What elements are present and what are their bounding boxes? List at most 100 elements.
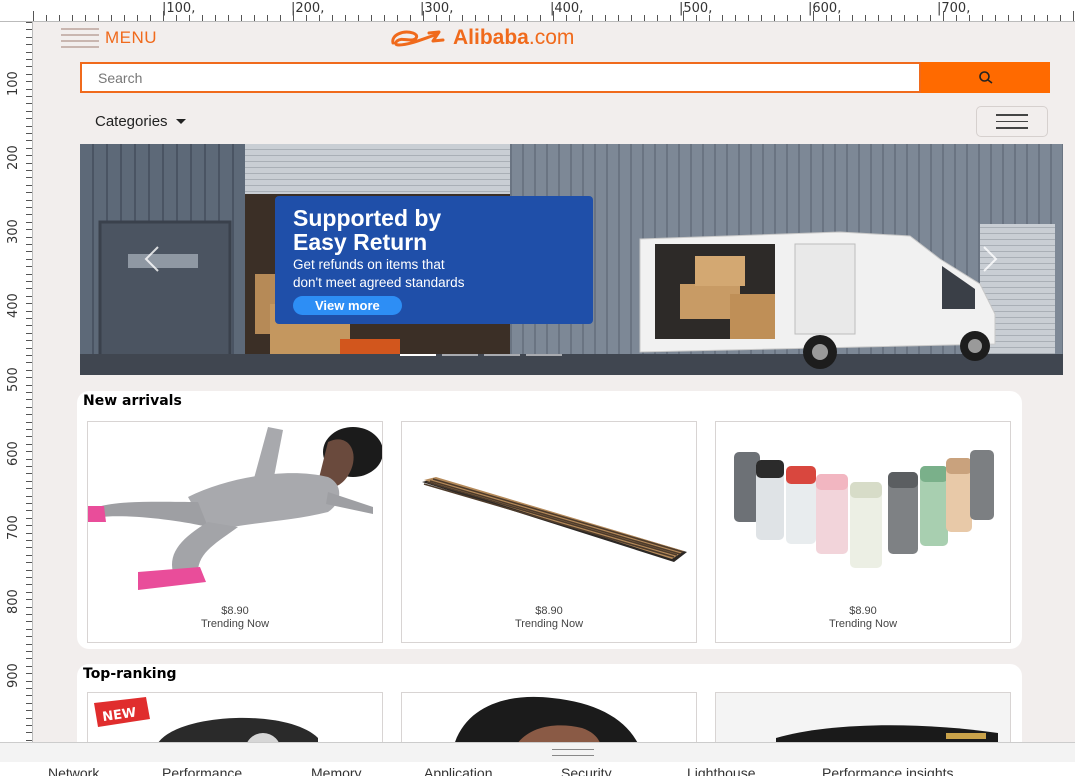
ruler-tick [26,140,32,142]
ruler-tick [397,15,398,21]
menu-button[interactable]: MENU [61,28,157,48]
product-price: $8.90 [849,605,877,617]
tab-performance-insights[interactable]: Performance insights [822,765,954,776]
ruler-tick [26,473,32,475]
product-card[interactable]: $8.90 Trending Now [87,421,383,643]
ruler-tick [26,643,32,645]
navbar-toggler[interactable] [976,106,1048,137]
carousel-dot[interactable] [442,354,478,356]
ruler-tick [332,15,333,21]
ruler-tick [26,258,32,260]
ruler-tick [26,236,32,238]
caret-down-icon [175,119,186,124]
search-button[interactable] [921,62,1050,93]
ruler-tick [26,103,32,105]
ruler-tick [26,347,32,349]
chevron-left-icon[interactable] [142,244,162,274]
ruler-tick [774,15,775,21]
ruler-tick [709,15,710,21]
promo-subtitle-line1: Get refunds on items that [293,257,445,272]
carousel-dot[interactable] [484,354,520,356]
ruler-tick [26,665,32,667]
drag-handle-icon[interactable] [552,749,594,756]
ruler-tick [904,15,905,21]
ruler-tick [26,325,32,327]
ruler-tick [26,125,32,127]
ruler-tick [358,15,359,21]
tab-performance[interactable]: Performance [162,765,242,776]
product-card[interactable]: $8.90 Trending Now [401,421,697,643]
devtools-resize-bar[interactable] [0,742,1075,762]
chevron-right-icon[interactable] [980,244,1000,274]
ruler-tick [878,15,879,21]
ruler-tick [228,15,229,21]
ruler-tick [26,110,32,112]
tab-network[interactable]: Network [48,765,99,776]
tab-security[interactable]: Security [561,765,612,776]
devtools-tab-strip: Network Performance Memory Application S… [0,762,1075,776]
alibaba-logo[interactable]: Alibaba.com [389,26,574,50]
ruler-tick [26,525,32,527]
ruler-tick [26,184,32,186]
ruler-tick [26,732,32,734]
ruler-tick [787,15,788,21]
ruler-tick [423,11,424,21]
ruler-tick [696,15,697,21]
ruler-tick [26,614,32,615]
tab-memory[interactable]: Memory [311,765,362,776]
ruler-label: |700, [937,1,971,16]
ruler-label: |300, [420,1,454,16]
top-ranking-section: Top-ranking NEW [77,664,1022,742]
ruler-tick [26,44,32,46]
product-card[interactable]: $8.90 Trending Now [715,421,1011,643]
tab-application[interactable]: Application [424,765,493,776]
ruler-tick [384,15,385,21]
ruler-tick [26,177,32,179]
promo-title-line2: Easy Return [293,229,428,255]
categories-dropdown[interactable]: Categories [95,113,186,130]
ruler-tick [592,15,593,21]
ruler-tick [644,15,645,21]
ruler-tick [26,88,32,90]
view-more-button[interactable]: View more [293,296,402,315]
ruler-tick [26,59,32,60]
ruler-top: |100, |200, |300, |400, |500, |600, |700… [0,0,1075,22]
ruler-tick [917,15,918,21]
ruler-tick [26,458,32,460]
carousel-dot[interactable] [400,354,436,356]
product-card[interactable] [401,692,697,742]
product-card[interactable] [715,692,1011,742]
carousel-dot[interactable] [526,354,562,356]
ruler-tick [26,96,32,97]
ruler-tick [865,15,866,21]
ruler-tick [605,15,606,21]
ruler-tick [436,15,437,21]
ruler-tick [488,15,489,21]
hero-carousel[interactable]: Supported by Easy Return Get refunds on … [80,144,1063,375]
product-card[interactable]: NEW [87,692,383,742]
search-input[interactable] [80,62,921,93]
ruler-tick [26,584,32,586]
ruler-tick [26,621,32,623]
wood-slat-panel-image [422,477,687,562]
ruler-tick [930,15,931,21]
ruler-tick [280,15,281,21]
ruler-tick [26,170,32,171]
ruler-tick [26,66,32,68]
ruler-label: 300 [6,219,21,244]
ruler-tick [26,51,32,53]
ruler-tick [683,11,684,21]
ruler-tick [26,510,32,512]
ruler-tick [306,15,307,21]
ruler-tick [26,540,32,541]
ruler-tick [26,288,32,290]
ruler-tick [26,628,32,630]
ruler-tick [943,11,944,21]
sunglasses-image [716,693,1010,742]
ruler-tick [826,15,827,21]
ruler-tick [345,15,346,21]
ruler-tick [26,340,32,342]
ruler-tick [540,15,541,21]
ruler-tick [72,15,73,21]
tab-lighthouse[interactable]: Lighthouse [687,765,756,776]
